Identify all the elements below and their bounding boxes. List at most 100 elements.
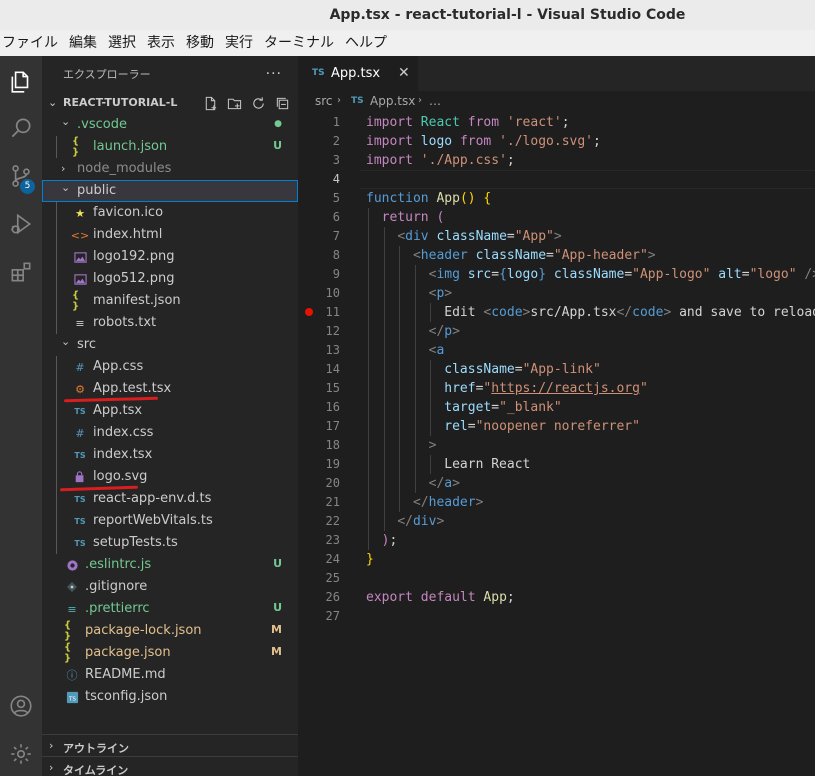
code-line: 12 </p> xyxy=(298,322,815,341)
tree-file[interactable]: TS react-app-env.d.ts xyxy=(42,488,298,510)
tree-file[interactable]: { } package-lock.json M xyxy=(42,620,298,642)
line-number: 9 xyxy=(332,267,340,281)
code-text: function App() { xyxy=(366,191,492,206)
breadcrumb-file[interactable]: App.tsx xyxy=(370,94,415,108)
tree-item-label: App.test.tsx xyxy=(93,381,172,396)
menu-item[interactable]: 表示 xyxy=(147,30,175,56)
breadcrumb-more[interactable]: … xyxy=(429,94,441,108)
tree-folder[interactable]: ⌄ src xyxy=(42,334,298,356)
line-number: 25 xyxy=(325,571,340,585)
tree-file[interactable]: { } package.json M xyxy=(42,642,298,664)
code-text: <img src={logo} className="App-logo" alt… xyxy=(428,267,815,282)
explorer-title: エクスプローラー xyxy=(63,68,151,81)
project-folder-row[interactable]: ⌄ REACT-TUTORIAL-L xyxy=(42,92,298,114)
timeline-section[interactable]: › タイムライン xyxy=(42,756,298,776)
indent-guide xyxy=(56,466,57,488)
account-icon[interactable] xyxy=(0,684,42,728)
menu-item[interactable]: ファイル xyxy=(2,30,58,56)
tree-file[interactable]: .gitignore xyxy=(42,576,298,598)
code-editor[interactable]: 1 import React from 'react'; 2 import logo … xyxy=(298,113,815,626)
tree-file[interactable]: TS App.tsx xyxy=(42,400,298,422)
line-number: 11 xyxy=(325,305,340,319)
git-icon xyxy=(64,579,80,595)
code-line: 20 </a> xyxy=(298,474,815,493)
line-number: 27 xyxy=(325,609,340,623)
line-number: 18 xyxy=(325,438,340,452)
tree-file[interactable]: logo.svg xyxy=(42,466,298,488)
tree-item-label: public xyxy=(77,183,117,198)
indent-guide xyxy=(56,136,57,158)
tree-file[interactable]: .eslintrc.js U xyxy=(42,554,298,576)
code-line: 21 </header> xyxy=(298,493,815,512)
menu-item[interactable]: ターミナル xyxy=(264,30,334,56)
search-icon[interactable] xyxy=(0,106,42,150)
menu-item[interactable]: 編集 xyxy=(69,30,97,56)
tree-file[interactable]: # index.css xyxy=(42,422,298,444)
breadcrumb: src › TS App.tsx › … xyxy=(298,91,815,113)
code-line: 2 import logo from './logo.svg'; xyxy=(298,132,815,151)
indent-guide xyxy=(56,378,57,400)
tree-item-label: tsconfig.json xyxy=(85,689,168,704)
collapse-all-icon[interactable] xyxy=(273,94,292,112)
html-icon: <> xyxy=(70,228,90,242)
outline-section[interactable]: › アウトライン xyxy=(42,734,298,756)
code-line: 1 import React from 'react'; xyxy=(298,113,815,132)
menu-item[interactable]: 移動 xyxy=(186,30,214,56)
tree-file[interactable]: TS tsconfig.json xyxy=(42,686,298,708)
menu-item[interactable]: 実行 xyxy=(225,30,253,56)
tree-file[interactable]: TS index.tsx xyxy=(42,444,298,466)
code-line: 13 <a xyxy=(298,341,815,360)
files-icon[interactable] xyxy=(0,60,42,104)
new-folder-icon[interactable] xyxy=(225,94,244,112)
svg-text:TS: TS xyxy=(68,696,76,702)
tree-folder[interactable]: ⌄ .vscode ● xyxy=(42,114,298,136)
tree-file[interactable]: { } manifest.json xyxy=(42,290,298,312)
breadcrumb-folder[interactable]: src xyxy=(315,94,333,108)
code-line: 25 xyxy=(298,569,815,588)
tree-file[interactable]: TS reportWebVitals.ts xyxy=(42,510,298,532)
code-line: 16 target="_blank" xyxy=(298,398,815,417)
indent-guide xyxy=(56,202,57,224)
test-icon: ⚙ xyxy=(75,382,85,396)
code-line: 4 xyxy=(298,170,815,189)
tab-app-tsx[interactable]: TS App.tsx ✕ xyxy=(298,56,418,91)
indent-guide xyxy=(56,400,57,422)
new-file-icon[interactable] xyxy=(201,94,220,112)
tree-file[interactable]: TS setupTests.ts xyxy=(42,532,298,554)
tree-folder[interactable]: › node_modules xyxy=(42,158,298,180)
tree-file[interactable]: logo512.png xyxy=(42,268,298,290)
tree-item-label: App.css xyxy=(93,359,144,374)
line-number: 8 xyxy=(332,248,340,262)
line-number: 4 xyxy=(332,172,340,186)
extensions-icon[interactable] xyxy=(0,250,42,294)
current-line-highlight xyxy=(360,170,815,189)
tree-item-label: node_modules xyxy=(77,161,172,176)
run-debug-icon[interactable] xyxy=(0,202,42,246)
tree-file[interactable]: ⚙ App.test.tsx xyxy=(42,378,298,400)
tree-file[interactable]: ★ favicon.ico xyxy=(42,202,298,224)
tree-file[interactable]: logo192.png xyxy=(42,246,298,268)
tree-file[interactable]: { } launch.json U xyxy=(42,136,298,158)
tree-item-label: package-lock.json xyxy=(85,623,202,638)
indent-guide xyxy=(56,268,57,290)
settings-gear-icon[interactable] xyxy=(0,732,42,776)
code-line: 7 <div className="App"> xyxy=(298,227,815,246)
tree-file[interactable]: ≡ robots.txt xyxy=(42,312,298,334)
close-icon[interactable]: ✕ xyxy=(398,65,410,81)
more-actions-icon[interactable]: ··· xyxy=(266,66,282,82)
chevron-down-icon: ⌄ xyxy=(61,115,71,128)
line-number: 13 xyxy=(325,343,340,357)
chevron-right-icon: › xyxy=(61,162,66,175)
tree-folder[interactable]: ⌄ public xyxy=(42,180,298,202)
refresh-icon[interactable] xyxy=(249,94,268,112)
code-text: <a xyxy=(428,343,445,358)
tree-file[interactable]: ≡ .prettierrc U xyxy=(42,598,298,620)
menu-item[interactable]: 選択 xyxy=(108,30,136,56)
tree-item-label: reportWebVitals.ts xyxy=(93,513,213,528)
tree-file[interactable]: ⓘ README.md xyxy=(42,664,298,686)
tree-file[interactable]: <> index.html xyxy=(42,224,298,246)
tree-item-label: setupTests.ts xyxy=(93,535,178,550)
menu-item[interactable]: ヘルプ xyxy=(345,30,387,56)
tree-file[interactable]: # App.css xyxy=(42,356,298,378)
code-line: 6 return ( xyxy=(298,208,815,227)
